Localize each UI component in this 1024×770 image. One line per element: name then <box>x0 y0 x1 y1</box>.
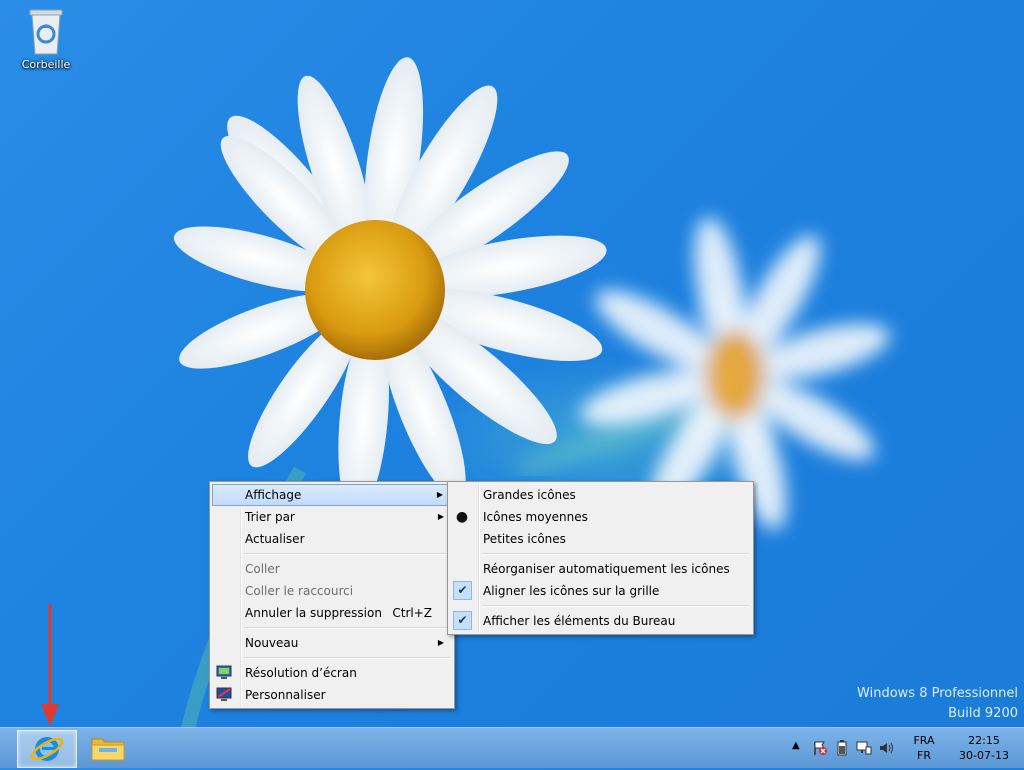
menu-item-label: Aligner les icônes sur la grille <box>483 584 660 598</box>
menu-item-label: Coller le raccourci <box>245 584 354 598</box>
input-language-indicator[interactable]: FRA FR <box>908 733 940 763</box>
show-hidden-icons-icon[interactable]: ▲ <box>792 740 808 756</box>
menu-item-label: Trier par <box>245 510 295 524</box>
menu-item-label: Nouveau <box>245 636 299 650</box>
menu-item-nouveau[interactable]: Nouveau ▶ <box>212 632 452 654</box>
language-code: FRA <box>913 734 935 747</box>
network-icon[interactable] <box>856 740 872 756</box>
watermark-build: Build 9200 <box>948 706 1018 721</box>
menu-item-label: Actualiser <box>245 532 305 546</box>
volume-icon[interactable] <box>878 740 894 756</box>
menu-item-aligner-grille[interactable]: ✔ Aligner les icônes sur la grille <box>450 580 751 602</box>
menu-item-label: Coller <box>245 562 280 576</box>
submenu-arrow-icon: ▶ <box>437 512 444 521</box>
menu-item-label: Résolution d’écran <box>245 666 357 680</box>
recycle-bin-icon <box>26 6 66 56</box>
view-submenu: Grandes icônes ● Icônes moyennes Petites… <box>447 481 754 635</box>
checkmark-icon: ✔ <box>453 611 472 630</box>
menu-item-affichage[interactable]: Affichage ▶ <box>212 484 452 506</box>
menu-item-trier-par[interactable]: Trier par ▶ <box>212 506 452 528</box>
desktop-context-menu: Affichage ▶ Trier par ▶ Actualiser Colle… <box>209 481 455 709</box>
personalize-icon <box>215 686 233 704</box>
menu-separator <box>244 627 450 629</box>
clock[interactable]: 22:15 30-07-13 <box>954 733 1014 763</box>
menu-item-label: Icônes moyennes <box>483 510 588 524</box>
watermark-edition: Windows 8 Professionnel <box>857 686 1018 701</box>
clock-time: 22:15 <box>968 734 1000 747</box>
keyboard-layout: FR <box>917 749 931 762</box>
menu-item-petites-icones[interactable]: Petites icônes <box>450 528 751 550</box>
menu-item-label: Petites icônes <box>483 532 566 546</box>
menu-item-label: Grandes icônes <box>483 488 576 502</box>
menu-item-coller: Coller <box>212 558 452 580</box>
taskbar: ▲ FRA FR 22:15 30-07-13 <box>0 727 1024 768</box>
taskbar-explorer-button[interactable] <box>79 730 137 766</box>
windows-watermark: Windows 8 Professionnel Build 9200 <box>857 684 1018 724</box>
menu-item-shortcut: Ctrl+Z <box>392 606 432 620</box>
menu-separator <box>244 657 450 659</box>
display-icon <box>215 664 233 682</box>
menu-item-label: Réorganiser automatiquement les icônes <box>483 562 730 576</box>
folder-icon <box>91 738 125 761</box>
menu-separator <box>244 553 450 555</box>
menu-item-label: Personnaliser <box>245 688 326 702</box>
checkmark-icon: ✔ <box>453 581 472 600</box>
taskbar-ie-button[interactable] <box>17 730 77 768</box>
menu-item-personnaliser[interactable]: Personnaliser <box>212 684 452 706</box>
power-icon[interactable] <box>834 740 850 756</box>
submenu-arrow-icon: ▶ <box>437 638 444 647</box>
wallpaper-daisy <box>173 57 890 768</box>
submenu-arrow-icon: ▶ <box>436 490 443 499</box>
menu-item-afficher-elements[interactable]: ✔ Afficher les éléments du Bureau <box>450 610 751 632</box>
action-center-icon[interactable] <box>812 740 828 756</box>
menu-item-annuler-suppression[interactable]: Annuler la suppression Ctrl+Z <box>212 602 452 624</box>
menu-item-grandes-icones[interactable]: Grandes icônes <box>450 484 751 506</box>
recycle-bin-shortcut[interactable]: Corbeille <box>16 6 76 71</box>
menu-item-coller-raccourci: Coller le raccourci <box>212 580 452 602</box>
menu-item-label: Affichage <box>245 488 302 502</box>
menu-item-reorganiser-auto[interactable]: Réorganiser automatiquement les icônes <box>450 558 751 580</box>
menu-separator <box>482 553 749 555</box>
recycle-bin-label: Corbeille <box>21 58 71 71</box>
menu-item-icones-moyennes[interactable]: ● Icônes moyennes <box>450 506 751 528</box>
annotation-arrow <box>41 604 59 726</box>
menu-separator <box>482 605 749 607</box>
menu-item-label: Annuler la suppression <box>245 606 382 620</box>
menu-item-actualiser[interactable]: Actualiser <box>212 528 452 550</box>
menu-item-label: Afficher les éléments du Bureau <box>483 614 676 628</box>
ie-icon <box>30 737 64 761</box>
menu-item-resolution-ecran[interactable]: Résolution d’écran <box>212 662 452 684</box>
clock-date: 30-07-13 <box>959 749 1009 762</box>
system-tray: ▲ FRA FR 22:15 30-07-13 <box>784 728 1024 768</box>
radio-dot-icon: ● <box>455 509 469 525</box>
